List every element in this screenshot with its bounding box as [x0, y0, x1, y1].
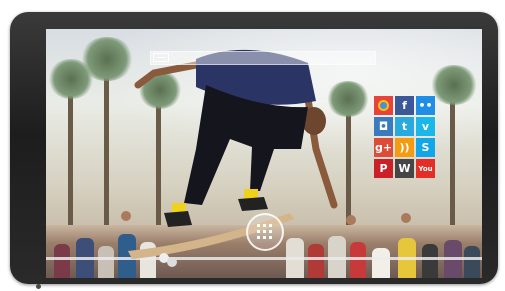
twitter-icon[interactable]: t — [395, 117, 414, 136]
youtube-icon-glyph: You — [418, 164, 433, 173]
skype-icon[interactable]: S — [416, 138, 435, 157]
instagram-icon-glyph: ◘ — [378, 120, 389, 133]
search-icon[interactable] — [153, 53, 169, 62]
youtube-icon[interactable]: You — [416, 159, 435, 178]
pinterest-icon-glyph: P — [379, 162, 388, 175]
chrome-icon[interactable] — [374, 96, 393, 115]
tablet-screen: f •• ◘ t v g+)) S P W You — [46, 29, 482, 278]
wordpress-icon-glyph: W — [398, 162, 411, 175]
wordpress-icon[interactable]: W — [395, 159, 414, 178]
flickr-icon-glyph: •• — [418, 99, 433, 112]
flickr-icon[interactable]: •• — [416, 96, 435, 115]
instagram-icon[interactable]: ◘ — [374, 117, 393, 136]
social-app-grid: f •• ◘ t v g+)) S P W You — [374, 96, 437, 180]
facebook-icon[interactable]: f — [395, 96, 414, 115]
google-plus-icon-glyph: g+ — [374, 141, 393, 154]
vimeo-icon[interactable]: v — [416, 117, 435, 136]
app-grid-icon — [257, 224, 273, 240]
tablet-camera — [36, 284, 41, 289]
chrome-icon-glyph — [378, 100, 389, 111]
pinterest-icon[interactable]: P — [374, 159, 393, 178]
facebook-icon-glyph: f — [402, 99, 407, 112]
vimeo-icon-glyph: v — [421, 120, 430, 133]
skype-icon-glyph: S — [421, 141, 430, 154]
google-plus-icon[interactable]: g+ — [374, 138, 393, 157]
app-drawer-button[interactable] — [246, 213, 284, 251]
twitter-icon-glyph: t — [401, 120, 408, 133]
rss-icon[interactable]: )) — [395, 138, 414, 157]
search-bar[interactable] — [150, 51, 376, 65]
rss-icon-glyph: )) — [399, 141, 410, 154]
